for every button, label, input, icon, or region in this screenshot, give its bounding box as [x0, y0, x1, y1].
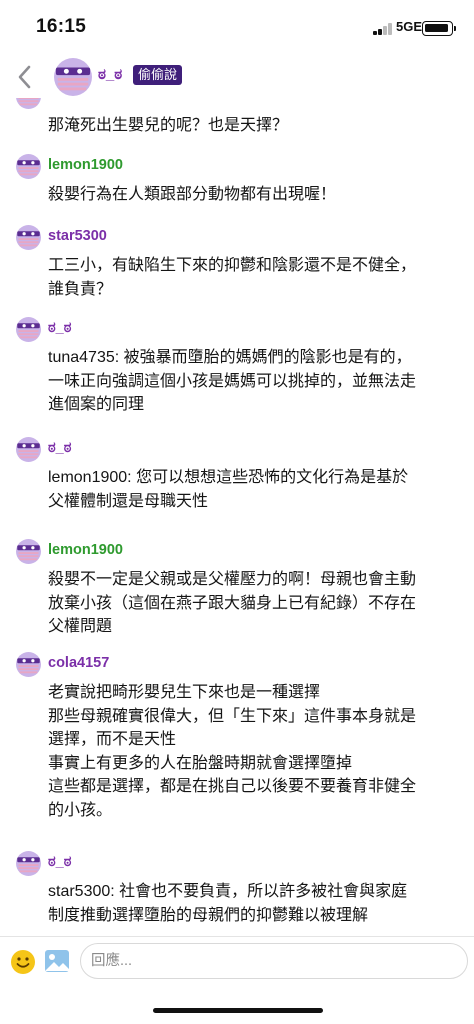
status-time: 16:15	[36, 16, 87, 37]
reply-bar	[0, 936, 474, 996]
message-line: 殺嬰行為在人類跟部分動物都有出現喔！	[48, 186, 337, 203]
author-name[interactable]: ಠ_ಠ	[48, 854, 71, 870]
chat-thread[interactable]: lemon1900 那淹死出生嬰兒的呢？也是天擇？ lemon1900 殺嬰行為在…	[0, 98, 474, 936]
message-line: star5300: 社會也不要負責，所以許多被社會與家庭	[48, 883, 408, 900]
message-line: 工三小，有缺陷生下來的抑鬱和陰影還不是不健全，	[48, 257, 417, 274]
message-text: 工三小，有缺陷生下來的抑鬱和陰影還不是不健全， 誰負責？	[48, 254, 458, 301]
message-text: tuna4735: 被強暴而墮胎的媽媽們的陰影也是有的， 一味正向強調這個小孩是媽…	[48, 346, 458, 417]
board-badge[interactable]: 偷偷說	[133, 65, 183, 85]
avatar[interactable]	[16, 652, 41, 677]
message-line: 殺嬰不一定是父親或是父權壓力的啊！母親也會主動	[48, 571, 417, 588]
message-line: 事實上有更多的人在胎盤時期就會選擇墮掉	[48, 754, 353, 772]
message-line: 一味正向強調這個小孩是媽媽可以挑掉的，並無法走	[48, 372, 417, 390]
avatar[interactable]	[16, 539, 41, 564]
network-label: 5GE	[396, 19, 423, 34]
author-name[interactable]: lemon1900	[48, 157, 123, 173]
author-name[interactable]: lemon1900	[48, 98, 123, 101]
message-line: 進個案的同理	[48, 396, 145, 413]
emoji-icon[interactable]	[10, 949, 36, 975]
thread-header: ಠ_ಠ 偷偷說	[0, 56, 474, 98]
reply-input[interactable]	[80, 943, 468, 979]
signal-icon	[373, 23, 393, 35]
message-text: 那淹死出生嬰兒的呢？也是天擇？	[48, 117, 289, 134]
message-line: 制度推動選擇墮胎的母親們的抑鬱難以被理解	[48, 906, 369, 924]
home-indicator	[153, 1008, 323, 1013]
message-line: 老實說把畸形嬰兒生下來也是一種選擇	[48, 684, 321, 701]
message-text: 老實說把畸形嬰兒生下來也是一種選擇那些母親確實很偉大，但「生下來」這件事本身就是…	[48, 681, 458, 822]
message-line: 那些母親確實很偉大，但「生下來」這件事本身就是	[48, 707, 417, 725]
avatar[interactable]	[16, 225, 41, 250]
battery-icon	[422, 21, 453, 36]
header-user-name[interactable]: ಠ_ಠ	[98, 66, 122, 83]
status-bar: 16:15 5GE	[0, 0, 474, 56]
message-line: 這些都是選擇，都是在挑自己以後要不要養育非健全	[48, 778, 417, 795]
author-name[interactable]: lemon1900	[48, 542, 123, 558]
header-avatar[interactable]	[54, 58, 92, 96]
message-text: lemon1900: 您可以想想這些恐怖的文化行為是基於 父權體制還是母職天性	[48, 466, 458, 513]
message-line: lemon1900: 您可以想想這些恐怖的文化行為是基於	[48, 469, 409, 486]
avatar[interactable]	[16, 98, 41, 109]
message-text: 殺嬰行為在人類跟部分動物都有出現喔！	[48, 183, 458, 207]
author-name[interactable]: ಠ_ಠ	[48, 440, 71, 456]
image-icon[interactable]	[44, 949, 70, 973]
author-name[interactable]: star5300	[48, 228, 107, 244]
avatar[interactable]	[16, 317, 41, 342]
message-line: tuna4735: 被強暴而墮胎的媽媽們的陰影也是有的，	[48, 349, 412, 366]
message-line: 選擇，而不是天性	[48, 731, 177, 748]
avatar[interactable]	[16, 851, 41, 876]
avatar[interactable]	[16, 437, 41, 462]
message-text: 殺嬰不一定是父親或是父權壓力的啊！母親也會主動 放棄小孩（這個在燕子跟大貓身上已有…	[48, 568, 458, 639]
avatar[interactable]	[16, 154, 41, 179]
author-name[interactable]: cola4157	[48, 655, 109, 671]
author-name[interactable]: ಠ_ಠ	[48, 320, 71, 336]
message-text: star5300: 社會也不要負責，所以許多被社會與家庭 制度推動選擇墮胎的母親們…	[48, 880, 458, 927]
message-line: 放棄小孩（這個在燕子跟大貓身上已有紀錄）不存在	[48, 594, 417, 612]
message-line: 誰負責？	[48, 280, 113, 298]
message-line: 的小孩。	[48, 801, 113, 819]
message-line: 父權體制還是母職天性	[48, 492, 209, 510]
back-chevron-icon[interactable]	[14, 64, 36, 90]
message-line: 父權問題	[48, 618, 113, 635]
battery-tip	[454, 26, 456, 31]
